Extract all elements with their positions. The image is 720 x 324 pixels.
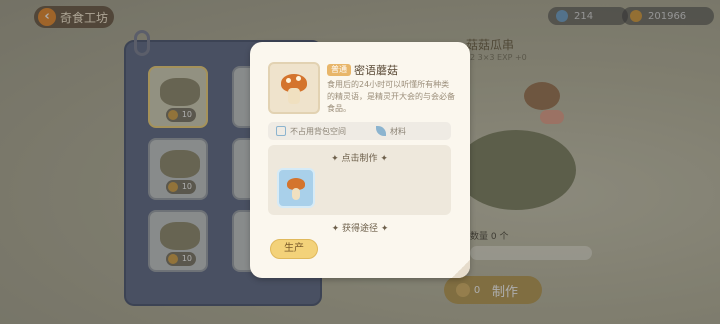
rarity-badge: 普通 [327,64,351,76]
attr-type: 材料 [390,126,406,136]
material-icon [376,126,386,136]
item-description: 食用后的24小时可以听懂所有种类的精灵语，是精灵开大会的与会必备食品。 [327,80,455,113]
bag-icon [276,126,286,136]
craft-panel: ✦ 点击制作 ✦ [268,145,451,215]
craft-recipe-slot[interactable] [277,168,315,208]
produce-button[interactable]: 生产 [270,239,318,259]
attr-storage: 不占用背包空间 [290,126,346,136]
item-name: 密语蘑菇 [354,64,398,77]
source-header: 获得途径 [341,224,378,234]
item-detail-popup: 普通 密语蘑菇 食用后的24小时可以听懂所有种类的精灵语，是精灵开大会的与会必备… [250,42,470,278]
craft-header: 点击制作 [341,154,378,164]
item-attributes: 不占用背包空间 材料 [268,122,451,140]
item-icon-frame [268,62,320,114]
